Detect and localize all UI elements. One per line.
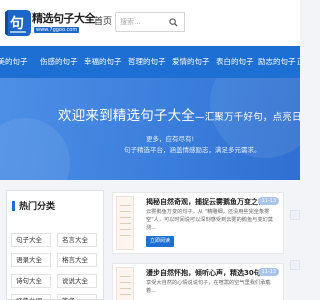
nav-home-link[interactable]: 首页 [94,14,112,27]
category-link[interactable]: 哲理的句子 [128,46,166,78]
article-date-badge: 11-12 [258,268,279,276]
panel-header: 热门分类 [7,191,103,217]
banner-headline: 欢迎来到精选句子大全—汇聚万千好句，点亮日常灵感 [58,104,300,124]
logo-title: 精选句子大全 [32,12,96,25]
category-tag[interactable]: 名言大全 [57,233,97,247]
category-tag[interactable]: 格言大全 [57,253,97,267]
article-card[interactable]: 揭秘自然奇观，捕捉云雾鹅鱼万变之神 11-13 云雾鹅鱼万变的句子，从 "精雕细… [112,192,284,254]
article-excerpt: 享受大自然的心情说说句子，在喧嚣的空气里我们承载着… [146,280,271,294]
category-link[interactable]: 幸福的句子 [84,46,122,78]
category-tag[interactable]: 经典台词 [11,294,51,300]
banner-tagline-1: 更多，应有尽有! [146,135,195,143]
article-card[interactable]: 漫步自然怀抱，倾听心声，精选30句享 11-12 享受大自然的心情说说句子，在喧… [112,263,284,300]
logo-badge-icon: 句 [5,10,31,36]
category-nav: 唯美的句子 伤感的句子 幸福的句子 哲理的句子 爱情的句子 表白的句子 励志的句… [0,46,300,78]
hot-categories-panel: 热门分类 句子大全 名言大全 语录大全 格言大全 诗句大全 说说大全 经典台词 … [6,190,104,300]
logo-url: www.7ggoo.com [34,27,80,33]
article-excerpt: 云雾鹅鱼万变的句子，从 "精雕细，还没用些完全象雾空"人，可以时间说可以深刻感受… [146,209,273,231]
panel-accent-bar [12,201,15,211]
site-logo[interactable]: 句 精选句子大全 www.7ggoo.com [4,7,96,39]
search-input[interactable] [115,12,163,32]
banner-headline-sub: —汇聚万千好句，点亮日常灵感 [195,112,300,123]
category-link[interactable]: 唯美的句子 [0,46,28,78]
panel-title: 热门分类 [19,202,56,212]
category-link[interactable]: 爱情的句子 [172,46,210,78]
category-tag[interactable]: 句子大全 [11,233,51,247]
side-widget-edge [290,260,300,270]
category-link[interactable]: 表白的句子 [216,46,254,78]
category-tag[interactable]: 语录大全 [11,253,51,267]
article-thumbnail [116,196,134,250]
category-tag[interactable]: 诗句大全 [11,274,51,288]
read-more-button[interactable]: 立即阅读 [146,236,175,247]
hero-banner: 欢迎来到精选句子大全—汇聚万千好句，点亮日常灵感 更多，应有尽有! 句子精选平台… [0,78,300,180]
banner-headline-main: 欢迎来到精选句子大全 [58,108,195,124]
article-thumbnail [116,267,134,300]
banner-tagline-2: 句子精选平台，涵盖情感励志，满足多元需求。 [124,146,261,154]
article-title[interactable]: 揭秘自然奇观，捕捉云雾鹅鱼万变之神 [146,197,265,207]
search-button[interactable] [163,12,185,32]
category-tag[interactable]: 说说大全 [57,274,97,288]
site-header: 句 精选句子大全 www.7ggoo.com 首页 [0,0,300,46]
category-link[interactable]: 励志的句子 [258,46,296,78]
banner-decoration [0,118,70,180]
article-date-badge: 11-13 [258,197,279,205]
article-title[interactable]: 漫步自然怀抱，倾听心声，精选30句享 [146,268,268,278]
search-icon [169,17,178,27]
category-tag[interactable]: 签名 [57,294,97,300]
svg-text:句: 句 [10,15,24,32]
category-link[interactable]: 伤感的句子 [40,46,78,78]
side-widget-edge [290,210,300,220]
category-link[interactable]: 正能 [297,46,300,78]
